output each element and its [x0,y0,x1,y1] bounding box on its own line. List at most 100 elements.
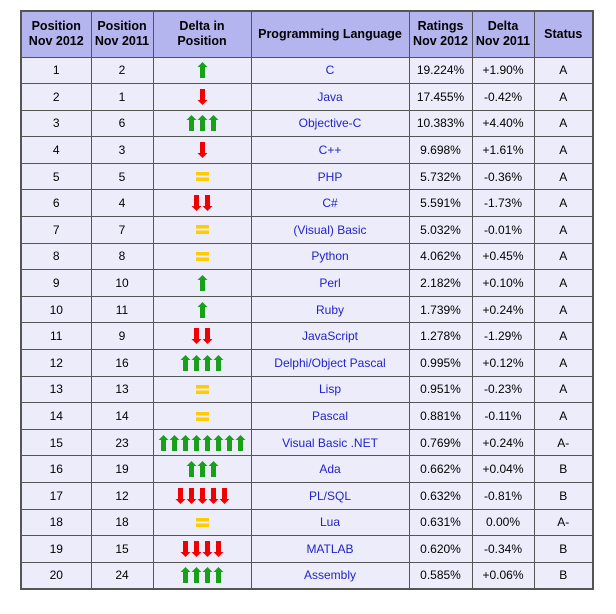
column-header-pos2011[interactable]: Position Nov 2011 [90,10,154,58]
cell-delta-in-position [152,428,252,457]
language-link[interactable]: C++ [319,143,342,157]
language-link[interactable]: JavaScript [302,329,358,343]
table-row: 16 19 Ada 0.662% +0.04% B [20,455,594,483]
language-link[interactable]: Assembly [304,568,356,582]
table-row: 19 15 MATLAB 0.620% -0.34% B [20,535,594,563]
table-body: 1 2 C 19.224% +1.90% A 2 1 Java 17.455% -0.42% A 3 6 O… [20,56,594,590]
equals-icon [195,384,209,394]
delta-position-indicator [158,217,247,243]
cell-position-nov-2012: 5 [20,162,92,191]
arrow-up-icon [224,434,235,451]
equals-icon [195,517,209,527]
equals-icon [195,411,209,421]
cell-ratings-nov-2012: 19.224% [408,56,473,85]
column-header-dratings[interactable]: Delta Nov 2011 [471,10,535,58]
cell-programming-language: Objective-C [250,109,410,138]
delta-position-indicator [158,244,247,270]
cell-status: B [533,535,594,563]
table-row: 20 24 Assembly 0.585% +0.06% B [20,561,594,590]
column-header-line1: Delta in Position [177,19,227,49]
cell-position-nov-2011: 16 [90,349,154,377]
cell-programming-language: Lisp [250,375,410,404]
language-link[interactable]: MATLAB [306,542,353,556]
language-link[interactable]: C [326,63,335,77]
cell-position-nov-2011: 2 [90,56,154,85]
cell-status: A [533,189,594,218]
cell-programming-language: (Visual) Basic [250,216,410,244]
language-link[interactable]: (Visual) Basic [293,223,366,237]
cell-delta-in-position [152,349,252,377]
language-link[interactable]: C# [322,196,337,210]
language-link[interactable]: Pascal [312,409,348,423]
language-link[interactable]: Ruby [316,303,344,317]
cell-position-nov-2012: 12 [20,349,92,377]
cell-delta-ratings-nov-2011: +0.24% [471,295,535,324]
arrow-up-icon [235,434,246,451]
cell-delta-in-position [152,295,252,324]
column-header-status[interactable]: Status [533,10,594,58]
delta-position-indicator [158,377,247,403]
cell-status: A [533,322,594,351]
cell-ratings-nov-2012: 0.769% [408,428,473,457]
arrow-up-icon [180,354,191,371]
column-header-language[interactable]: Programming Language [250,10,410,58]
arrow-up-icon [158,434,169,451]
language-link[interactable]: Visual Basic .NET [282,436,378,450]
cell-position-nov-2012: 6 [20,189,92,218]
language-link[interactable]: Perl [319,276,340,290]
cell-programming-language: Pascal [250,402,410,430]
cell-ratings-nov-2012: 5.591% [408,189,473,218]
language-link[interactable]: Objective-C [299,116,362,130]
language-link[interactable]: Python [311,249,348,263]
cell-ratings-nov-2012: 0.620% [408,535,473,563]
cell-programming-language: Assembly [250,561,410,590]
cell-delta-ratings-nov-2011: 0.00% [471,508,535,537]
cell-delta-ratings-nov-2011: +0.45% [471,242,535,271]
cell-position-nov-2011: 12 [90,482,154,510]
language-link[interactable]: Lua [320,515,340,529]
cell-ratings-nov-2012: 1.278% [408,322,473,351]
column-header-ratings[interactable]: Ratings Nov 2012 [408,10,473,58]
cell-ratings-nov-2012: 0.881% [408,402,473,430]
cell-programming-language: PL/SQL [250,482,410,510]
arrow-up-icon [213,354,224,371]
cell-status: B [533,482,594,510]
language-link[interactable]: Ada [319,462,340,476]
cell-delta-ratings-nov-2011: -0.36% [471,162,535,191]
arrow-up-icon [191,567,202,584]
cell-position-nov-2012: 15 [20,428,92,457]
cell-status: A [533,83,594,111]
column-header-pos2012[interactable]: Position Nov 2012 [20,10,92,58]
ranking-table-container: Position Nov 2012 Position Nov 2011 Delta in… [20,10,594,590]
cell-position-nov-2011: 24 [90,561,154,590]
language-link[interactable]: PHP [318,170,343,184]
arrow-up-icon [186,461,196,478]
cell-ratings-nov-2012: 9.698% [408,136,473,164]
column-header-line2: Nov 2011 [475,34,531,49]
cell-delta-in-position [152,162,252,191]
delta-position-indicator [158,58,247,84]
cell-programming-language: Lua [250,508,410,537]
cell-status: A [533,216,594,244]
language-link[interactable]: PL/SQL [309,489,351,503]
cell-position-nov-2012: 19 [20,535,92,563]
cell-position-nov-2012: 4 [20,136,92,164]
cell-position-nov-2011: 13 [90,375,154,404]
table-row: 8 8 Python 4.062% +0.45% A [20,242,594,271]
column-header-line2: Nov 2011 [94,34,150,49]
cell-status: A [533,56,594,85]
table-row: 2 1 Java 17.455% -0.42% A [20,83,594,111]
cell-position-nov-2011: 8 [90,242,154,271]
cell-ratings-nov-2012: 4.062% [408,242,473,271]
arrow-up-icon [191,434,202,451]
delta-position-indicator [158,190,247,216]
language-link[interactable]: Lisp [319,382,341,396]
cell-delta-in-position [152,189,252,218]
column-header-delta[interactable]: Delta in Position [152,10,252,58]
cell-ratings-nov-2012: 5.732% [408,162,473,191]
cell-delta-in-position [152,136,252,164]
language-link[interactable]: Java [317,90,342,104]
language-link[interactable]: Delphi/Object Pascal [274,356,385,370]
cell-delta-ratings-nov-2011: -0.34% [471,535,535,563]
cell-delta-ratings-nov-2011: -1.29% [471,322,535,351]
